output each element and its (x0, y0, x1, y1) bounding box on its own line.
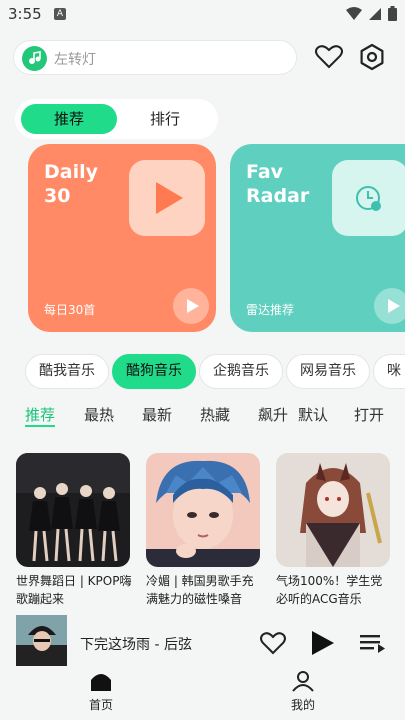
settings-icon[interactable] (355, 40, 389, 74)
card-title: Daily 30 (44, 160, 134, 208)
category-default[interactable]: 默认 (298, 404, 328, 425)
nav-mine[interactable]: 我的 (273, 670, 333, 713)
radar-clock-icon (332, 160, 405, 236)
category-collect[interactable]: 热藏 (200, 404, 230, 425)
favorite-icon[interactable] (312, 40, 346, 74)
player-cover (16, 615, 67, 666)
player-song-title: 下完这场雨 - 后弦 (80, 637, 192, 653)
play-button[interactable] (374, 288, 405, 324)
wifi-icon (346, 6, 362, 20)
card-title-line1: Daily (44, 161, 99, 183)
category-rising[interactable]: 飙升 (258, 404, 288, 425)
tab-switch: 推荐 排行 (15, 99, 218, 139)
playlist-card[interactable]: 冷媚 | 韩国男歌手充满魅力的磁性嗓音 (146, 453, 260, 608)
fav-radar-card[interactable]: Fav Radar 雷达推荐 (230, 144, 405, 332)
mini-player[interactable]: 下完这场雨 - 后弦 (0, 612, 405, 670)
card-title: Fav Radar (246, 160, 336, 208)
status-time: 3:55 (8, 5, 42, 23)
signal-icon (369, 7, 381, 20)
tab-recommend[interactable]: 推荐 (21, 104, 117, 134)
nav-mine-label: 我的 (290, 698, 315, 712)
category-underline (25, 425, 55, 427)
search-placeholder: 左转灯 (54, 52, 96, 68)
play-art-icon (129, 160, 205, 236)
tab-ranking[interactable]: 排行 (117, 104, 213, 134)
source-kuwo[interactable]: 酷我音乐 (25, 354, 109, 389)
card-title-line2: 30 (44, 185, 71, 207)
nav-home-label: 首页 (88, 698, 113, 712)
source-migu[interactable]: 咪 (373, 354, 405, 389)
notification-icon: A (54, 8, 66, 20)
playlist-card[interactable]: 世界舞蹈日 | KPOP嗨歌蹦起来 (16, 453, 131, 608)
playlist-queue-icon[interactable] (359, 629, 387, 657)
category-open[interactable]: 打开 (354, 404, 384, 425)
source-qq[interactable]: 企鹅音乐 (199, 354, 283, 389)
user-icon (292, 671, 314, 692)
playlist-cover (146, 453, 260, 567)
category-recommend[interactable]: 推荐 (25, 404, 55, 425)
source-kugou[interactable]: 酷狗音乐 (112, 354, 196, 389)
nav-home[interactable]: 首页 (71, 670, 131, 713)
status-bar: 3:55 A (0, 0, 405, 30)
card-subtitle: 雷达推荐 (246, 303, 295, 317)
daily-30-card[interactable]: Daily 30 每日30首 (28, 144, 216, 332)
source-netease[interactable]: 网易音乐 (286, 354, 370, 389)
card-title-line2: Radar (246, 185, 310, 207)
playlist-title: 冷媚 | 韩国男歌手充满魅力的磁性嗓音 (146, 574, 254, 606)
card-title-line1: Fav (246, 161, 284, 183)
play-icon[interactable] (309, 629, 337, 657)
battery-icon (388, 6, 397, 21)
category-new[interactable]: 最新 (142, 404, 172, 425)
bottom-nav: 首页 我的 (0, 670, 405, 720)
category-hot[interactable]: 最热 (84, 404, 114, 425)
playlist-title: 气场100%！学生党必听的ACG音乐 (276, 574, 383, 606)
search-input[interactable]: 左转灯 (13, 40, 297, 75)
home-icon (91, 674, 111, 691)
app-logo-icon (22, 46, 47, 71)
playlist-title: 世界舞蹈日 | KPOP嗨歌蹦起来 (16, 574, 132, 606)
favorite-icon[interactable] (259, 629, 287, 657)
playlist-cover (16, 453, 130, 567)
playlist-card[interactable]: 气场100%！学生党必听的ACG音乐 (276, 453, 390, 608)
card-subtitle: 每日30首 (44, 303, 96, 317)
playlist-cover (276, 453, 390, 567)
play-button[interactable] (173, 288, 209, 324)
